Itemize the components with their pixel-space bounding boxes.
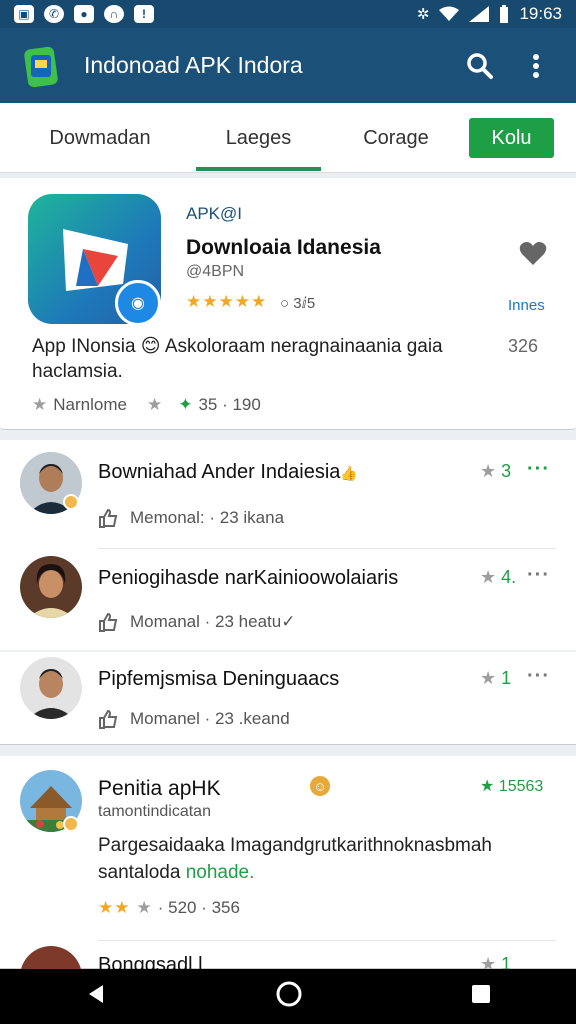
vibrate-icon: ✲ xyxy=(416,6,430,23)
emoji-icon: ☺ xyxy=(310,776,330,796)
avatar xyxy=(20,657,82,719)
star-empty-icon: ★ xyxy=(136,898,152,917)
search-button[interactable] xyxy=(460,46,500,86)
star-icon: ★ xyxy=(480,668,497,688)
battery-icon xyxy=(500,5,509,23)
more-options-button[interactable]: ··· xyxy=(527,665,550,688)
chat-icon: ● xyxy=(74,5,94,23)
divider xyxy=(98,548,556,549)
tab-download[interactable]: Dowmadan xyxy=(20,103,180,173)
review-list-card xyxy=(0,440,576,745)
review-name-text: Bowniahad Ander Indaiesia xyxy=(98,461,341,483)
featured-description: App INonsia 😊 Askoloraam neragnainaania … xyxy=(32,336,443,382)
more-options-button[interactable]: ··· xyxy=(527,564,550,587)
post-meta: ★★ ★ · 520 · 356 xyxy=(98,898,240,918)
featured-meta-count: 35 · 190 xyxy=(198,395,261,414)
featured-rating-value: ○ 3ⅈ5 xyxy=(280,295,316,312)
avatar xyxy=(20,556,82,618)
featured-rating-stars: ★★★★★ xyxy=(186,292,268,311)
review-meta: Memonal: · 23 ikana xyxy=(98,508,284,528)
active-tab-indicator xyxy=(196,167,321,171)
post-title: Penitia apHK xyxy=(98,777,221,800)
back-button[interactable] xyxy=(85,983,107,1010)
gallery-icon: ▣ xyxy=(14,5,34,23)
review-meta-text: Memonal: · 23 ikana xyxy=(130,508,285,527)
review-rating: ★ 1 xyxy=(480,668,511,689)
app-title: Indonoad APK Indora xyxy=(84,52,303,78)
featured-side-label: Innes xyxy=(508,297,545,314)
review-emoji: 👍 xyxy=(340,465,358,481)
star-icon: ★ xyxy=(480,778,495,795)
tab-languages[interactable]: Laeges xyxy=(196,103,321,173)
tab-storage[interactable]: Corage xyxy=(340,103,452,173)
home-icon xyxy=(276,981,302,1007)
whatsapp-icon: ✆ xyxy=(44,5,64,23)
headset-icon: ∩ xyxy=(104,5,124,23)
review-meta-text: Momanal · 23 heatu✓ xyxy=(130,612,296,631)
recents-icon xyxy=(472,985,491,1003)
search-icon xyxy=(467,52,493,79)
notification-icon: ! xyxy=(134,5,154,23)
review-rating-value: 1 xyxy=(501,668,512,688)
more-vert-icon xyxy=(533,53,539,78)
verified-badge-icon: ◉ xyxy=(115,280,161,326)
app-logo-icon xyxy=(20,45,60,88)
featured-meta: ★ Narnlome ★ ✦ 35 · 190 xyxy=(32,395,261,415)
back-icon xyxy=(88,985,103,1003)
post-rating-value: 15563 xyxy=(498,778,544,795)
clock: 19:63 xyxy=(519,4,562,23)
review-meta-text: Momanel · 23 .keand xyxy=(130,709,290,728)
post-rating: ★ 15563 xyxy=(480,776,543,796)
star-icon: ★ xyxy=(480,567,497,587)
wifi-icon xyxy=(439,6,460,21)
review-rating-value: 4. xyxy=(501,567,517,587)
featured-desc-number: 326 xyxy=(508,336,539,356)
star-icon: ★ xyxy=(480,461,497,481)
featured-tag: APK@I xyxy=(186,204,242,223)
thumbs-up-icon[interactable] xyxy=(98,612,118,632)
favorite-button[interactable] xyxy=(519,240,547,271)
review-meta: Momanal · 23 heatu✓ xyxy=(98,612,295,632)
post-body-link[interactable]: nohade. xyxy=(186,862,255,883)
navigation-bar xyxy=(0,969,576,1024)
overflow-menu-button[interactable] xyxy=(516,46,556,86)
review-name: Bowniahad Ander Indaiesia👍 xyxy=(98,461,358,484)
screen: { "status_bar": {"time": "19:63"}, "tool… xyxy=(0,0,576,1024)
featured-meta-label: Narnlome xyxy=(53,395,127,414)
green-star-icon: ✦ xyxy=(178,395,193,414)
star-icon: ★ xyxy=(32,395,48,414)
review-rating: ★ 3 xyxy=(480,461,511,482)
post-body: Pargesaidaaka Imagandgrutkarithnoknasbma… xyxy=(98,832,538,886)
review-name: Peniogihasde narKainioowolaiaris xyxy=(98,567,399,589)
status-bar: ▣ ✆ ● ∩ ! ✲ 19:63 xyxy=(0,0,576,28)
tab-action-button[interactable]: Kolu xyxy=(469,118,554,158)
review-name: Pipfemjsmisa Deninguaacs xyxy=(98,668,340,690)
post-body-text: Pargesaidaaka Imagandgrutkarithnoknasbma… xyxy=(98,835,492,883)
more-options-button[interactable]: ··· xyxy=(527,458,550,481)
review-meta: Momanel · 23 .keand xyxy=(98,709,290,729)
post-meta-text: · 520 · 356 xyxy=(157,898,240,917)
review-rating-value: 3 xyxy=(501,461,512,481)
thumbs-up-icon[interactable] xyxy=(98,508,118,528)
post-stars: ★★ xyxy=(98,898,131,917)
home-button[interactable] xyxy=(276,981,302,1012)
signal-icon xyxy=(469,6,490,22)
thumbs-up-icon[interactable] xyxy=(98,709,118,729)
divider xyxy=(98,940,556,941)
divider xyxy=(0,650,576,652)
post-subtitle: tamontindicatan xyxy=(98,803,211,820)
recents-button[interactable] xyxy=(471,984,491,1009)
review-rating: ★ 4. xyxy=(480,567,516,588)
featured-developer: @4BPN xyxy=(186,263,245,280)
star-icon: ★ xyxy=(146,395,163,414)
badge-icon xyxy=(63,816,79,832)
toolbar: Indonoad APK Indora xyxy=(0,28,576,103)
featured-title: Downloaia Idanesia xyxy=(186,236,381,259)
heart-icon xyxy=(519,242,547,265)
badge-icon xyxy=(63,494,79,510)
